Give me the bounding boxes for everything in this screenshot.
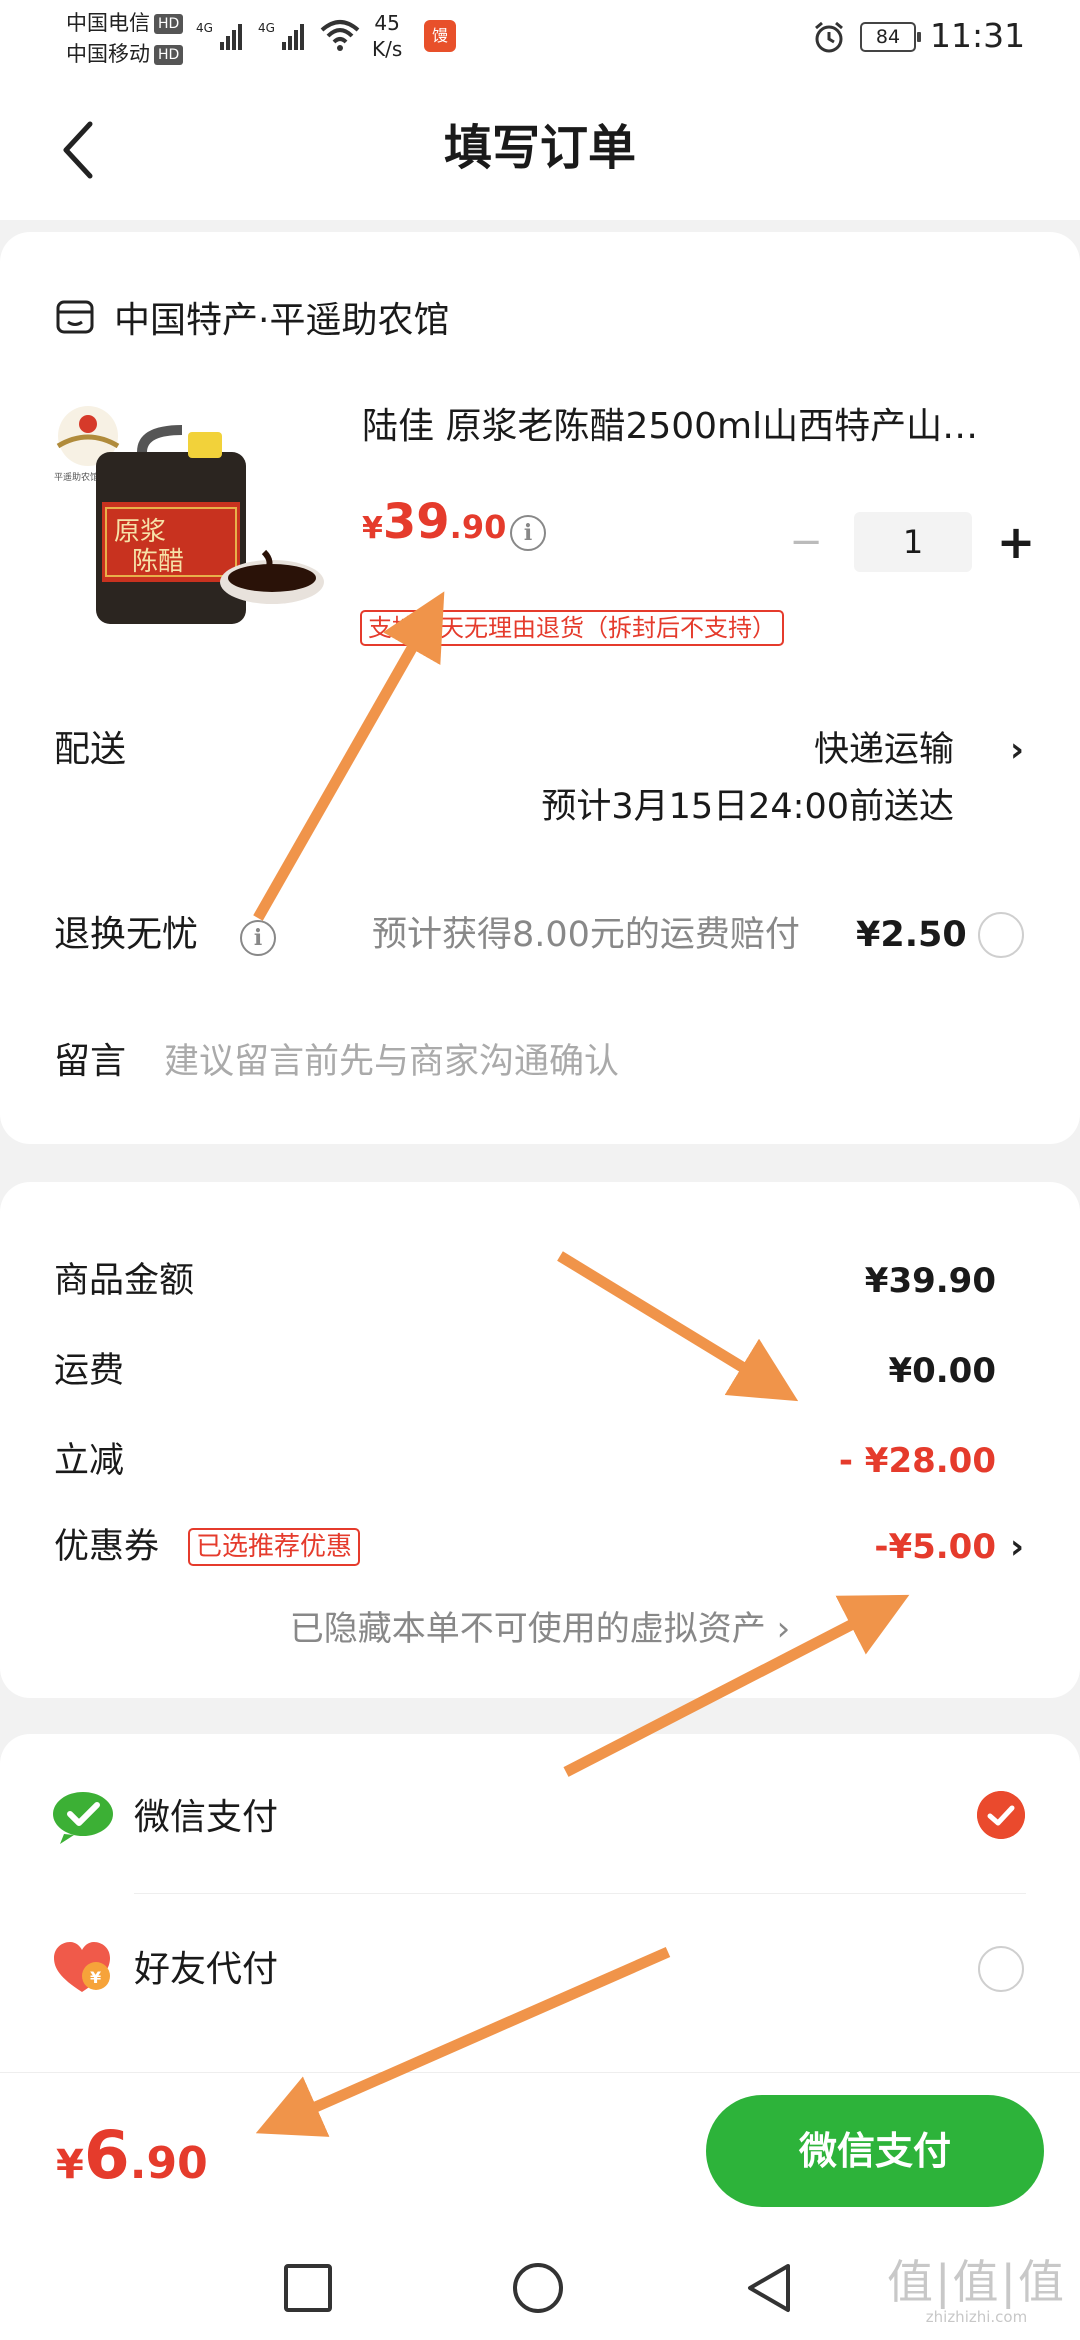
svg-text:4G: 4G: [196, 21, 213, 35]
shipping-fee-label: 运费: [54, 1351, 125, 1391]
hd-badge: HD: [154, 45, 184, 65]
svg-text:陈醋: 陈醋: [132, 547, 184, 577]
product-title[interactable]: 陆佳 原浆老陈醋2500ml山西特产山…: [362, 402, 1022, 452]
price-info-icon[interactable]: i: [510, 515, 546, 551]
discount-value: - ¥28.00: [838, 1441, 996, 1481]
battery-indicator: 84: [860, 22, 921, 52]
carrier-telecom: 中国电信: [66, 11, 150, 35]
product-image[interactable]: 平遥助农馆 原浆 陈醋: [52, 402, 332, 632]
page-header: 填写订单: [0, 80, 1080, 220]
svg-text:原浆: 原浆: [114, 517, 166, 547]
goods-amount-value: ¥39.90: [864, 1261, 996, 1301]
quantity-stepper: − 1 +: [786, 512, 1036, 572]
recent-apps-icon[interactable]: [278, 2258, 338, 2318]
svg-text:平遥助农馆: 平遥助农馆: [54, 471, 99, 483]
carrier-info: 中国电信 HD 中国移动 HD: [66, 8, 184, 70]
product-price: ¥39.90: [362, 494, 507, 550]
status-bar: 中国电信 HD 中国移动 HD 4G 4G 45 K/s 馒 84 11:31: [0, 0, 1080, 80]
worry-free-price: ¥2.50: [856, 915, 967, 955]
coupon-value[interactable]: -¥5.00: [874, 1522, 996, 1572]
page-title: 填写订单: [443, 120, 636, 176]
signal-icon: 4G: [258, 21, 304, 50]
wechat-pay-icon: [53, 1792, 113, 1844]
order-item-card: 中国特产·平遥助农馆 平遥助农馆 原浆 陈醋 陆佳 原浆老陈醋2500ml山西特…: [0, 232, 1080, 1144]
friend-pay-icon: ¥: [54, 1942, 110, 1992]
network-speed: 45 K/s: [372, 11, 403, 61]
watermark: 值|值|值 zhizhizhi.com: [887, 2255, 1066, 2326]
friend-pay-label[interactable]: 好友代付: [134, 1945, 278, 1995]
worry-free-label: 退换无忧: [54, 914, 199, 955]
quantity-value[interactable]: 1: [854, 512, 972, 572]
hd-badge: HD: [154, 14, 184, 34]
delivery-eta: 预计3月15日24:00前送达: [541, 787, 954, 827]
message-label: 留言: [54, 1041, 127, 1082]
selected-check-icon[interactable]: [977, 1791, 1025, 1839]
alarm-icon: [815, 21, 843, 53]
decrease-button[interactable]: −: [786, 517, 826, 567]
shipping-fee-value: ¥0.00: [888, 1351, 996, 1391]
store-name: 中国特产·平遥助农馆: [114, 300, 450, 341]
coupon-tag: 已选推荐优惠: [188, 1528, 361, 1566]
wifi-icon: [320, 20, 360, 51]
svg-text:¥: ¥: [90, 1968, 101, 1987]
message-input[interactable]: 建议留言前先与商家沟通确认: [164, 1037, 619, 1087]
goods-amount-label: 商品金额: [54, 1261, 195, 1301]
wechat-pay-label[interactable]: 微信支付: [134, 1793, 278, 1843]
total-price: ¥6.90: [56, 2117, 208, 2194]
store-icon: [56, 300, 94, 334]
return-policy-tag: 支持七天无理由退货（拆封后不支持）: [360, 610, 784, 646]
svg-text:4G: 4G: [258, 21, 275, 35]
pay-button[interactable]: 微信支付: [706, 2095, 1044, 2207]
chevron-right-icon[interactable]: ›: [1010, 1522, 1024, 1572]
divider: [134, 1893, 1026, 1894]
worry-free-info-icon[interactable]: i: [240, 920, 276, 956]
delivery-label: 配送: [54, 729, 127, 770]
increase-button[interactable]: +: [996, 517, 1036, 567]
friend-pay-radio[interactable]: [978, 1946, 1024, 1992]
store-row[interactable]: 中国特产·平遥助农馆: [54, 292, 449, 342]
back-nav-icon[interactable]: [740, 2258, 800, 2318]
coupon-label: 优惠券: [54, 1527, 160, 1567]
hidden-assets-link[interactable]: 已隐藏本单不可使用的虚拟资产 ›: [0, 1604, 1080, 1654]
clock: 11:31: [930, 16, 1026, 55]
signal-icon: 4G: [196, 21, 242, 50]
home-icon[interactable]: [508, 2258, 568, 2318]
chevron-right-icon[interactable]: ›: [1010, 725, 1024, 775]
checkout-bar: ¥6.90 微信支付: [0, 2072, 1080, 2230]
carrier-mobile: 中国移动: [66, 42, 150, 66]
worry-free-radio[interactable]: [978, 912, 1024, 958]
app-notification-icon: 馒: [424, 20, 456, 52]
discount-label: 立减: [54, 1441, 125, 1481]
worry-free-description: 预计获得8.00元的运费赔付: [372, 915, 800, 955]
delivery-method[interactable]: 快递运输: [814, 725, 954, 775]
